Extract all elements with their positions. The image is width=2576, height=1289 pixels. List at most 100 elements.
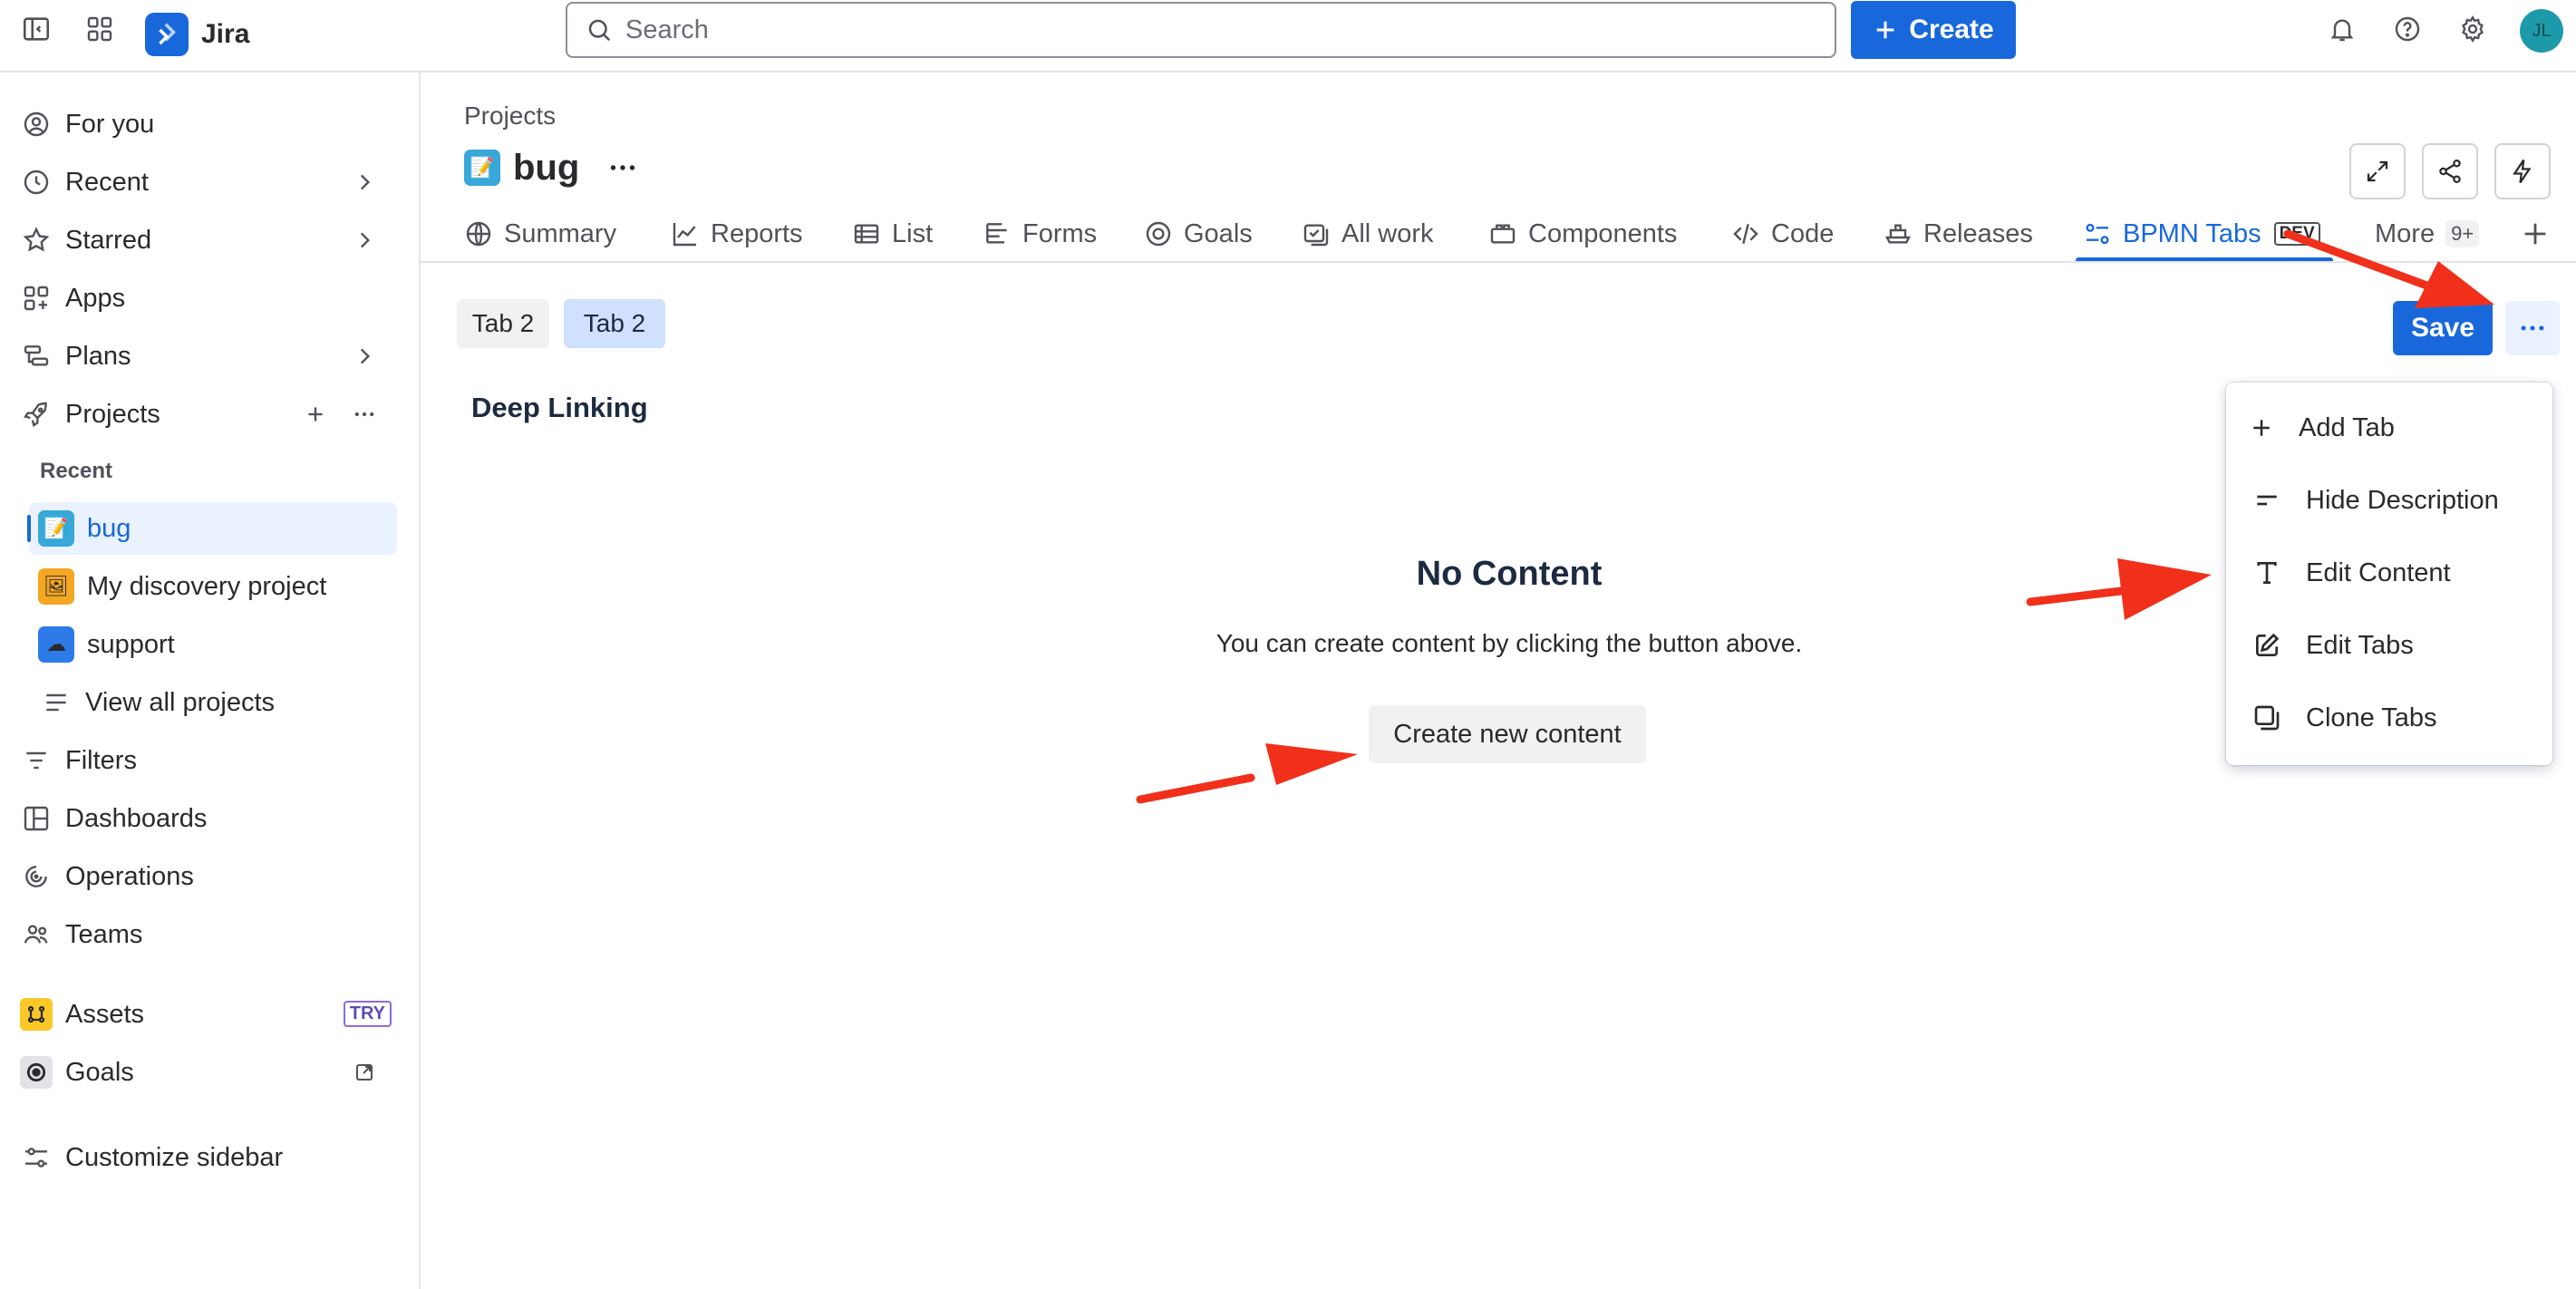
- sidebar-item-label: Projects: [65, 399, 160, 429]
- more-count-badge: 9+: [2445, 220, 2480, 247]
- subtab-2-selected[interactable]: Tab 2: [564, 299, 665, 348]
- customize-sidebar-label: Customize sidebar: [65, 1142, 284, 1172]
- sidebar: For you Recent Starred Apps Plans Projec…: [0, 73, 421, 1289]
- tab-label: Forms: [1022, 218, 1098, 248]
- more-actions-button[interactable]: [2505, 301, 2560, 355]
- fullscreen-button[interactable]: [2349, 143, 2406, 199]
- add-project-icon[interactable]: [295, 394, 335, 434]
- sidebar-item-starred[interactable]: Starred: [16, 214, 397, 267]
- tab-all-work[interactable]: All work: [1302, 207, 1434, 261]
- sidebar-item-label: Operations: [65, 861, 194, 891]
- sidebar-item-label: Plans: [65, 341, 131, 371]
- save-button[interactable]: Save: [2393, 301, 2493, 355]
- app-switcher-icon[interactable]: [80, 9, 120, 49]
- add-tab-button[interactable]: [2520, 207, 2551, 261]
- automation-button[interactable]: [2494, 143, 2551, 199]
- components-icon: [1488, 219, 1517, 248]
- more-horizontal-icon[interactable]: [603, 148, 643, 188]
- chart-line-icon: [671, 219, 700, 248]
- chevron-right-icon[interactable]: [344, 162, 384, 202]
- subtab-1[interactable]: Tab 2: [457, 299, 549, 348]
- plus-icon: [2244, 411, 2279, 445]
- more-horizontal-icon[interactable]: [344, 394, 384, 434]
- view-all-projects[interactable]: View all projects: [29, 676, 397, 729]
- project-bug[interactable]: 📝 bug: [27, 502, 397, 555]
- tab-components[interactable]: Components: [1488, 207, 1677, 261]
- menu-item-edit-content[interactable]: Edit Content: [2226, 540, 2552, 606]
- search-input[interactable]: Search: [566, 2, 1836, 58]
- help-icon[interactable]: [2387, 9, 2427, 49]
- menu-item-label: Clone Tabs: [2306, 703, 2437, 732]
- jira-logo[interactable]: Jira: [145, 9, 249, 60]
- tab-label: List: [892, 218, 934, 248]
- empty-state-description: You can create content by clicking the b…: [1215, 629, 1803, 657]
- share-button[interactable]: [2422, 143, 2478, 199]
- sidebar-item-teams[interactable]: Teams: [16, 908, 397, 961]
- star-icon: [16, 220, 56, 260]
- tab-more[interactable]: More 9+: [2375, 207, 2480, 261]
- project-my-discovery-project[interactable]: 🖼 My discovery project: [29, 560, 397, 613]
- sidebar-item-for-you[interactable]: For you: [16, 98, 397, 150]
- tab-reports[interactable]: Reports: [671, 207, 803, 261]
- sidebar-item-dashboards[interactable]: Dashboards: [16, 792, 397, 845]
- tab-label: Code: [1771, 218, 1835, 248]
- user-circle-icon: [16, 104, 56, 144]
- sidebar-item-assets[interactable]: Assets TRY: [16, 988, 397, 1041]
- notepad-icon: 📝: [464, 150, 500, 186]
- sidebar-item-projects[interactable]: Projects: [16, 388, 397, 441]
- create-button[interactable]: Create: [1851, 1, 2016, 59]
- active-indicator: [27, 515, 31, 542]
- arrow-to-edit-content: [2026, 558, 2212, 620]
- bell-icon[interactable]: [2322, 9, 2362, 49]
- menu-item-label: Add Tab: [2299, 412, 2395, 442]
- tab-label: Reports: [711, 218, 803, 248]
- globe-icon: [464, 219, 493, 248]
- gear-icon[interactable]: [2453, 9, 2493, 49]
- chevron-right-icon[interactable]: [344, 220, 384, 260]
- arrow-to-create-new-content: [1136, 743, 1358, 804]
- tab-forms[interactable]: Forms: [983, 207, 1097, 261]
- chevron-right-icon[interactable]: [344, 336, 384, 376]
- tab-goals[interactable]: Goals: [1144, 207, 1253, 261]
- avatar[interactable]: JL: [2520, 9, 2563, 53]
- tab-list[interactable]: List: [852, 207, 933, 261]
- cloud-icon: ☁: [38, 626, 74, 663]
- sidebar-item-label: For you: [65, 109, 155, 139]
- sidebar-item-plans[interactable]: Plans: [16, 330, 397, 383]
- teams-icon: [16, 915, 56, 955]
- sidebar-item-apps[interactable]: Apps: [16, 272, 397, 325]
- menu-item-hide-description[interactable]: Hide Description: [2226, 468, 2552, 533]
- sidebar-item-goals[interactable]: Goals: [16, 1046, 397, 1099]
- menu-item-clone-tabs[interactable]: Clone Tabs: [2226, 685, 2552, 751]
- sidebar-item-label: Starred: [65, 225, 152, 255]
- sidebar-item-recent[interactable]: Recent: [16, 156, 397, 208]
- project-label: support: [87, 629, 175, 659]
- tabs-divider: [421, 261, 2576, 263]
- sidebar-item-label: Dashboards: [65, 803, 208, 833]
- tab-releases[interactable]: Releases: [1884, 207, 2033, 261]
- tab-label: All work: [1341, 218, 1434, 248]
- create-new-content-button[interactable]: Create new content: [1369, 705, 1646, 763]
- project-support[interactable]: ☁ support: [29, 618, 397, 671]
- menu-item-add-tab[interactable]: Add Tab: [2226, 395, 2552, 460]
- all-work-icon: [1302, 219, 1331, 248]
- customize-sidebar[interactable]: Customize sidebar: [16, 1131, 397, 1184]
- sidebar-item-filters[interactable]: Filters: [16, 734, 397, 787]
- tab-summary[interactable]: Summary: [464, 207, 616, 261]
- operations-icon: [16, 857, 56, 896]
- recent-projects-heading: Recent: [40, 459, 113, 483]
- sidebar-toggle-icon[interactable]: [16, 9, 56, 49]
- discovery-project-icon: 🖼: [38, 568, 74, 605]
- breadcrumb[interactable]: Projects: [464, 102, 556, 131]
- sidebar-item-operations[interactable]: Operations: [16, 850, 397, 903]
- more-horizontal-icon: [2517, 313, 2548, 344]
- menu-item-label: Edit Content: [2306, 557, 2451, 587]
- menu-item-edit-tabs[interactable]: Edit Tabs: [2226, 613, 2552, 678]
- tab-code[interactable]: Code: [1731, 207, 1834, 261]
- dashboard-icon: [16, 799, 56, 838]
- tab-label: BPMN Tabs: [2123, 218, 2261, 248]
- view-all-label: View all projects: [85, 687, 276, 717]
- external-link-icon: [344, 1052, 384, 1092]
- sliders-icon: [16, 1138, 56, 1178]
- tab-bpmn-tabs[interactable]: BPMN Tabs DEV: [2083, 207, 2320, 261]
